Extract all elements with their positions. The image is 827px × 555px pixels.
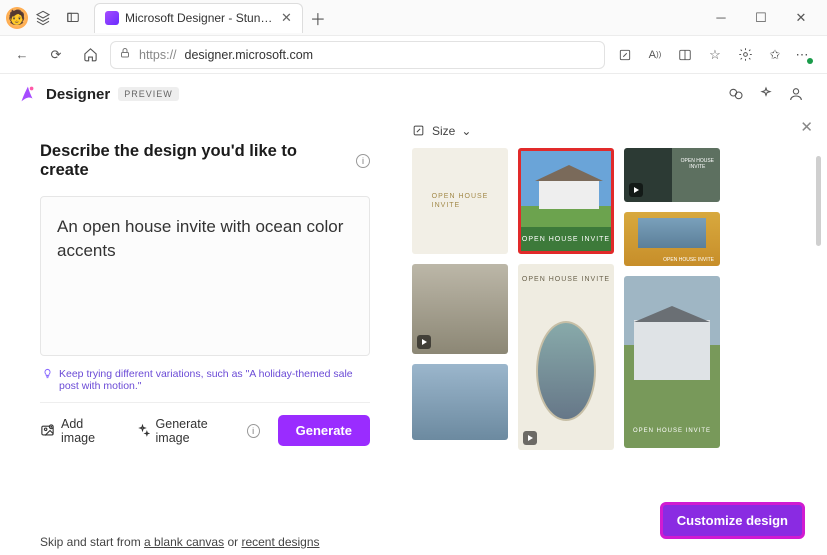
play-icon (417, 335, 431, 349)
new-tab-button[interactable]: ＋ (303, 3, 333, 33)
skip-or: or (224, 535, 241, 549)
prompt-actions: Add image Generate image i Generate (40, 402, 370, 446)
size-label: Size (432, 124, 455, 138)
browser-titlebar: 🧑 Microsoft Designer - Stunning d ✕ ＋ ─ … (0, 0, 827, 36)
sparkle-icon[interactable] (751, 79, 781, 109)
card-text: OPEN HOUSE INVITE (522, 236, 610, 243)
extensions-icon[interactable] (731, 41, 759, 69)
lightbulb-icon (42, 368, 53, 380)
chevron-down-icon: ⌄ (461, 124, 471, 138)
resize-icon (412, 124, 426, 138)
lock-icon (119, 47, 131, 62)
url-input[interactable]: https:// designer.microsoft.com (110, 41, 605, 69)
add-image-label: Add image (61, 417, 117, 445)
window-close[interactable]: ✕ (781, 3, 821, 33)
generate-button[interactable]: Generate (278, 415, 370, 446)
nav-home-button[interactable] (76, 41, 104, 69)
info-icon[interactable]: i (356, 154, 370, 168)
tab-title: Microsoft Designer - Stunning d (125, 11, 275, 25)
nav-refresh-button[interactable]: ⟳ (42, 41, 70, 69)
url-scheme: https:// (139, 48, 177, 62)
results-panel: ✕ Size ⌄ OPEN HOUSE INVITE OPEN HOUSE IN… (400, 114, 827, 555)
design-card-selected[interactable]: OPEN HOUSE INVITE (518, 148, 614, 254)
generate-image-button[interactable]: Generate image i (135, 417, 260, 445)
design-card[interactable] (412, 264, 508, 354)
more-menu-icon[interactable]: ⋯ (791, 41, 819, 69)
app-name: Designer (46, 86, 110, 103)
card-text: OPEN HOUSE INVITE (422, 192, 499, 210)
customize-design-button[interactable]: Customize design (660, 502, 805, 539)
designer-logo-icon (16, 83, 38, 105)
favorites-list-icon[interactable]: ✩ (761, 41, 789, 69)
play-icon (629, 183, 643, 197)
hint-text: Keep trying different variations, such a… (40, 362, 370, 402)
favorite-star-icon[interactable]: ☆ (701, 41, 729, 69)
recent-designs-link[interactable]: recent designs (241, 535, 319, 549)
prompt-heading: Describe the design you'd like to create (40, 142, 350, 180)
nav-back-button[interactable]: ← (8, 41, 36, 69)
design-card[interactable]: OPEN HOUSE INVITE (624, 276, 720, 448)
gallery-scrollbar[interactable] (816, 156, 821, 246)
account-icon[interactable] (781, 79, 811, 109)
split-screen-icon[interactable] (671, 41, 699, 69)
design-gallery: OPEN HOUSE INVITE OPEN HOUSE INVITE OPEN… (412, 148, 811, 458)
skip-prefix: Skip and start from (40, 535, 144, 549)
prompt-textarea[interactable]: An open house invite with ocean color ac… (40, 196, 370, 356)
skip-row: Skip and start from a blank canvas or re… (40, 535, 320, 549)
design-card[interactable]: OPEN HOUSE INVITE (624, 148, 720, 202)
sparkle-small-icon (135, 423, 150, 439)
preview-badge: PREVIEW (118, 87, 179, 101)
copilot-icon[interactable] (721, 79, 751, 109)
profile-avatar[interactable]: 🧑 (6, 7, 28, 29)
url-host: designer.microsoft.com (185, 48, 314, 62)
design-card[interactable]: OPEN HOUSE INVITE (624, 212, 720, 266)
design-card[interactable]: OPEN HOUSE INVITE (412, 148, 508, 254)
tab-close-icon[interactable]: ✕ (281, 10, 292, 26)
window-maximize[interactable]: ☐ (741, 3, 781, 33)
card-text: OPEN HOUSE INVITE (518, 276, 614, 283)
play-icon (523, 431, 537, 445)
size-dropdown[interactable]: Size ⌄ (412, 124, 811, 138)
info-icon-small[interactable]: i (247, 424, 260, 438)
tab-actions-icon[interactable] (58, 3, 88, 33)
workspaces-icon[interactable] (28, 3, 58, 33)
add-image-button[interactable]: Add image (40, 417, 117, 445)
design-card[interactable]: OPEN HOUSE INVITE (518, 264, 614, 450)
blank-canvas-link[interactable]: a blank canvas (144, 535, 224, 549)
browser-tab[interactable]: Microsoft Designer - Stunning d ✕ (94, 3, 303, 33)
prompt-panel: Describe the design you'd like to create… (0, 114, 400, 555)
hint-label: Keep trying different variations, such a… (59, 368, 368, 392)
generate-image-label: Generate image (156, 417, 239, 445)
app-available-icon[interactable] (611, 41, 639, 69)
card-text: OPEN HOUSE INVITE (663, 257, 714, 263)
tab-favicon (105, 11, 119, 25)
app-header: Designer PREVIEW (0, 74, 827, 114)
window-controls: ─ ☐ ✕ (701, 3, 821, 33)
close-panel-icon[interactable]: ✕ (800, 118, 813, 136)
card-text: OPEN HOUSE INVITE (624, 428, 720, 434)
main-content: Describe the design you'd like to create… (0, 114, 827, 555)
card-text: OPEN HOUSE INVITE (681, 158, 714, 170)
browser-address-bar: ← ⟳ https:// designer.microsoft.com A)) ☆… (0, 36, 827, 74)
design-card[interactable] (412, 364, 508, 440)
add-image-icon (40, 423, 55, 439)
window-minimize[interactable]: ─ (701, 3, 741, 33)
read-aloud-icon[interactable]: A)) (641, 41, 669, 69)
